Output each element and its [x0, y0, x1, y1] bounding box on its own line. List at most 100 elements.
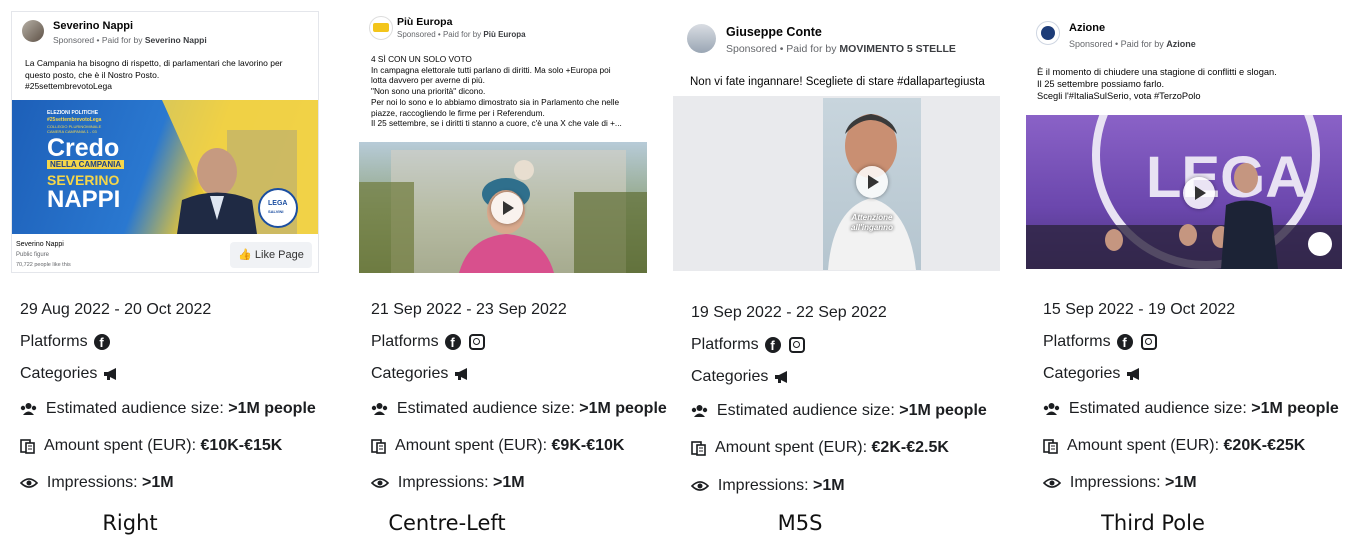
lega-logo: LEGA — [268, 200, 288, 207]
ad-video-thumbnail[interactable]: LEGA — [1026, 115, 1342, 269]
page-name[interactable]: Severino Nappi — [53, 20, 133, 32]
page-avatar[interactable] — [22, 20, 44, 42]
thumbs-up-icon: 👍 — [238, 249, 252, 261]
audience-row: Estimated audience size: >1M people — [20, 400, 316, 418]
like-page-button[interactable]: 👍 Like Page — [230, 242, 312, 268]
impressions-label: Impressions: — [397, 474, 494, 491]
audience-value: >1M people — [228, 400, 316, 417]
spent-label: Amount spent (EUR): — [395, 437, 552, 454]
impressions-value: >1M — [813, 477, 845, 494]
categories-row: Categories — [1043, 365, 1144, 383]
page-name[interactable]: Più Europa — [397, 16, 452, 28]
facebook-icon: f — [764, 336, 781, 353]
footer-page-type: Public figure — [16, 252, 50, 258]
spent-row: Amount spent (EUR): €9K-€10K — [371, 437, 624, 455]
categories-row: Categories — [20, 365, 121, 383]
ad-body-text: La Campania ha bisogno di rispetto, di p… — [25, 58, 283, 91]
page-avatar[interactable] — [687, 24, 716, 53]
audience-icon — [20, 402, 37, 415]
impressions-value: >1M — [493, 474, 525, 491]
date-range: 19 Sep 2022 - 22 Sep 2022 — [691, 304, 887, 321]
platforms-label: Platforms — [691, 336, 759, 353]
video-overlay-text: Attenzione all'inganno — [851, 213, 893, 232]
audience-value: >1M people — [579, 400, 667, 417]
spent-row: Amount spent (EUR): €2K-€2.5K — [691, 439, 949, 457]
impressions-row: Impressions: >1M — [1043, 474, 1197, 492]
sponsored-prefix: Sponsored • Paid for by — [726, 43, 840, 55]
ad-video-frame[interactable]: Attenzione all'inganno — [673, 96, 1000, 271]
categories-label: Categories — [371, 365, 449, 382]
play-button[interactable] — [1183, 177, 1215, 209]
ad-card-2: Più Europa Sponsored • Paid for by Più E… — [359, 11, 649, 273]
group-caption: Third Pole — [1101, 511, 1205, 535]
azione-logo-icon — [1041, 26, 1055, 40]
spent-label: Amount spent (EUR): — [1067, 437, 1224, 454]
receipt-icon — [1043, 438, 1058, 454]
page-avatar[interactable] — [369, 16, 393, 40]
europa-logo-icon — [373, 23, 389, 32]
ad-creative-image[interactable]: ELEZIONI POLITICHE #25settembrevotoLega … — [12, 100, 318, 234]
group-caption: Right — [102, 511, 158, 535]
audience-label: Estimated audience size: — [396, 400, 580, 417]
ad-card-3: Giuseppe Conte Sponsored • Paid for by M… — [673, 11, 1000, 273]
audience-label: Estimated audience size: — [45, 400, 229, 417]
audience-value: >1M people — [899, 402, 987, 419]
impressions-value: >1M — [1165, 474, 1197, 491]
facebook-icon: f — [1116, 333, 1133, 350]
categories-row: Categories — [371, 365, 472, 383]
payer-name: Azione — [1166, 39, 1196, 49]
megaphone-icon — [455, 367, 468, 380]
impressions-value: >1M — [142, 474, 174, 491]
megaphone-icon — [775, 370, 788, 383]
page-name[interactable]: Azione — [1069, 22, 1105, 34]
ad-card-4: Azione Sponsored • Paid for by Azione È … — [1026, 11, 1344, 273]
platforms-label: Platforms — [371, 333, 439, 350]
page-avatar[interactable] — [1036, 21, 1060, 45]
lega-banner-letters: LEGA — [1146, 145, 1307, 210]
sponsored-prefix: Sponsored • Paid for by — [397, 30, 484, 39]
sponsored-prefix: Sponsored • Paid for by — [1069, 39, 1167, 49]
payer-name: MOVIMENTO 5 STELLE — [839, 43, 956, 55]
creative-hashtag: #25settembrevotoLega — [47, 117, 102, 123]
audience-label: Estimated audience size: — [1068, 400, 1252, 417]
impressions-row: Impressions: >1M — [20, 474, 174, 492]
payer-name: Severino Nappi — [144, 35, 207, 45]
receipt-icon — [20, 438, 35, 454]
play-button[interactable] — [491, 192, 523, 224]
group-caption: M5S — [777, 511, 823, 535]
audience-icon — [691, 404, 708, 417]
play-button[interactable] — [856, 166, 888, 198]
like-page-label: Like Page — [254, 249, 304, 261]
creative-line-credo: Credo — [47, 134, 120, 162]
date-range: 15 Sep 2022 - 19 Oct 2022 — [1043, 301, 1236, 318]
platforms-label: Platforms — [20, 333, 88, 350]
facebook-icon: f — [444, 333, 461, 350]
sponsored-line: Sponsored • Paid for by Azione — [1069, 39, 1196, 49]
spent-value: €10K-€15K — [200, 437, 283, 454]
audience-row: Estimated audience size: >1M people — [371, 400, 667, 418]
instagram-icon — [1140, 333, 1157, 350]
platforms-row: Platforms f — [1043, 333, 1157, 351]
ad-body-text: È il momento di chiudere una stagione di… — [1037, 67, 1277, 101]
payer-name: Più Europa — [483, 30, 526, 39]
ad-video-thumbnail[interactable] — [359, 142, 647, 273]
categories-label: Categories — [20, 365, 98, 382]
date-range: 29 Aug 2022 - 20 Oct 2022 — [20, 301, 212, 318]
footer-page-likes: 70,722 people like this — [16, 262, 71, 268]
spent-row: Amount spent (EUR): €20K-€25K — [1043, 437, 1305, 455]
spent-label: Amount spent (EUR): — [715, 439, 872, 456]
audience-row: Estimated audience size: >1M people — [691, 402, 987, 420]
ad-body-text: 4 SÌ CON UN SOLO VOTO In campagna eletto… — [371, 54, 622, 129]
receipt-icon — [371, 438, 386, 454]
audience-icon — [371, 402, 388, 415]
page-name[interactable]: Giuseppe Conte — [726, 25, 822, 39]
platforms-row: Platforms f — [20, 333, 110, 351]
categories-label: Categories — [1043, 365, 1121, 382]
footer-page-name[interactable]: Severino Nappi — [16, 241, 64, 248]
sponsored-prefix: Sponsored • Paid for by — [53, 35, 145, 45]
categories-row: Categories — [691, 368, 792, 386]
instagram-icon — [788, 336, 805, 353]
sponsored-line: Sponsored • Paid for by MOVIMENTO 5 STEL… — [726, 43, 956, 55]
eye-icon — [20, 477, 38, 488]
sponsored-line: Sponsored • Paid for by Più Europa — [397, 30, 526, 39]
